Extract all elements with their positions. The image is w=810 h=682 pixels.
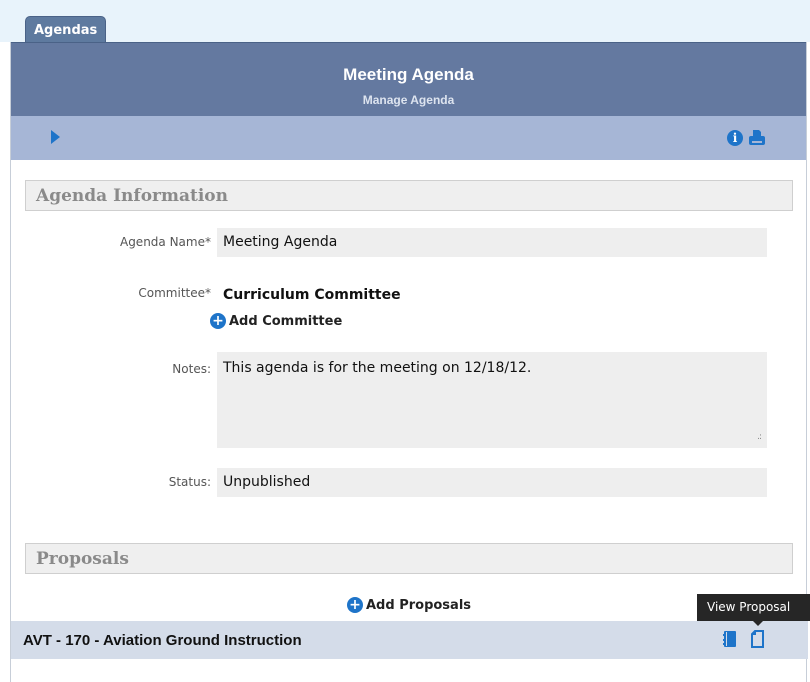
play-icon[interactable]	[51, 130, 60, 144]
panel-header: Meeting Agenda Manage Agenda	[11, 42, 806, 116]
proposal-row: AVT - 170 - Aviation Ground Instruction	[11, 621, 808, 659]
toolbar: i	[11, 116, 806, 160]
add-proposals-label: Add Proposals	[366, 597, 472, 613]
notes-label: Notes:	[172, 362, 211, 376]
status-label: Status:	[168, 475, 211, 489]
tooltip-arrow	[753, 621, 763, 626]
main-panel: Meeting Agenda Manage Agenda i Agenda In…	[10, 42, 808, 682]
notebook-icon[interactable]	[723, 630, 737, 648]
view-proposal-icon[interactable]	[751, 630, 764, 648]
committee-value: Curriculum Committee	[223, 287, 401, 303]
add-proposals-button[interactable]: + Add Proposals	[347, 597, 471, 613]
print-icon[interactable]	[748, 129, 766, 146]
plus-circle-icon: +	[210, 313, 226, 329]
committee-label: Committee*	[138, 286, 211, 300]
page-title: Meeting Agenda	[343, 65, 474, 84]
resize-grip-icon[interactable]: .:	[757, 432, 762, 442]
notes-field[interactable]: This agenda is for the meeting on 12/18/…	[217, 352, 767, 448]
proposals-heading: Proposals	[25, 543, 793, 574]
notes-text: This agenda is for the meeting on 12/18/…	[223, 360, 532, 376]
agenda-name-field[interactable]: Meeting Agenda	[217, 228, 767, 257]
plus-circle-icon: +	[347, 597, 363, 613]
page-subtitle: Manage Agenda	[362, 93, 455, 107]
info-icon[interactable]: i	[727, 130, 743, 146]
status-field: Unpublished	[217, 468, 767, 497]
top-strip	[0, 0, 810, 42]
view-proposal-tooltip: View Proposal	[697, 594, 810, 621]
tab-agendas[interactable]: Agendas	[25, 16, 107, 43]
agenda-information-heading: Agenda Information	[25, 180, 793, 211]
add-committee-button[interactable]: + Add Committee	[210, 313, 342, 329]
add-committee-label: Add Committee	[229, 313, 343, 329]
agenda-name-label: Agenda Name*	[119, 235, 211, 249]
proposal-name: AVT - 170 - Aviation Ground Instruction	[23, 632, 302, 649]
